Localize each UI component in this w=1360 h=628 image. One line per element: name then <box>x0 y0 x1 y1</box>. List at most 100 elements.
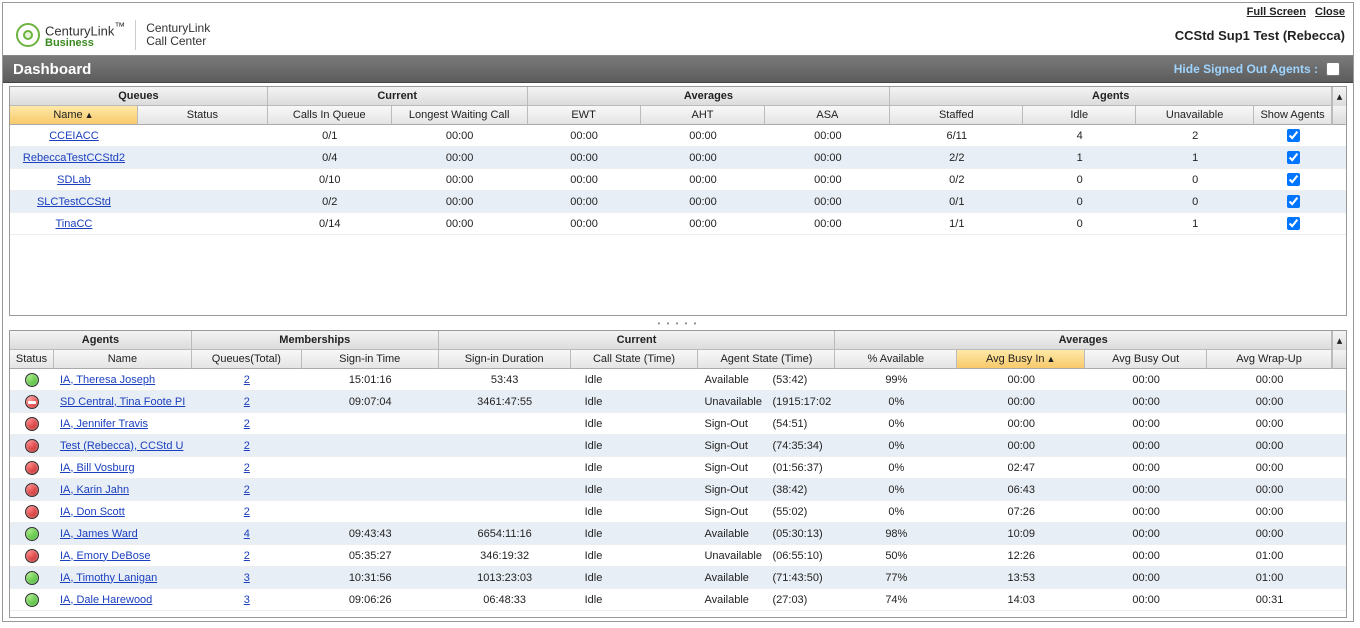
agent-name-link[interactable]: IA, Don Scott <box>60 506 125 518</box>
col-agent-state[interactable]: Agent State (Time) <box>698 350 835 369</box>
agent-row[interactable]: IA, Bill Vosburg2IdleSign-Out(01:56:37)0… <box>10 457 1346 479</box>
col-queue-status[interactable]: Status <box>138 106 268 125</box>
queue-row[interactable]: SLCTestCCStd0/200:0000:0000:0000:000/100 <box>10 191 1346 213</box>
agent-name-link[interactable]: IA, Karin Jahn <box>60 484 129 496</box>
col-queues-total[interactable]: Queues(Total) <box>192 350 302 369</box>
abi-cell: 07:26 <box>957 506 1085 518</box>
queues-total-link[interactable]: 2 <box>244 506 250 518</box>
agent-row[interactable]: IA, Karin Jahn2IdleSign-Out(38:42)0%06:4… <box>10 479 1346 501</box>
idle-cell: 0 <box>1023 196 1136 208</box>
divider <box>135 20 136 50</box>
col-call-state[interactable]: Call State (Time) <box>571 350 699 369</box>
queue-name-link[interactable]: SDLab <box>57 174 91 186</box>
queue-row[interactable]: RebeccaTestCCStd20/400:0000:0000:0000:00… <box>10 147 1346 169</box>
agent-row[interactable]: IA, Dale Harewood309:06:2606:48:33IdleAv… <box>10 589 1346 611</box>
hide-signed-out-checkbox[interactable] <box>1326 62 1340 76</box>
signin-dur-cell: 53:43 <box>439 374 571 386</box>
queues-total-link[interactable]: 2 <box>244 418 250 430</box>
abi-cell: 06:43 <box>957 484 1085 496</box>
queues-total-link[interactable]: 4 <box>244 528 250 540</box>
col-calls-in-queue[interactable]: Calls In Queue <box>268 106 392 125</box>
agent-row[interactable]: IA, Theresa Joseph215:01:1653:43IdleAvai… <box>10 369 1346 391</box>
scroll-up-icon-2[interactable]: ▴ <box>1332 331 1346 350</box>
show-agents-checkbox[interactable] <box>1287 217 1300 230</box>
agent-name-link[interactable]: IA, James Ward <box>60 528 138 540</box>
queue-name-link[interactable]: CCEIACC <box>49 130 99 142</box>
queue-row[interactable]: TinaCC0/1400:0000:0000:0000:001/101 <box>10 213 1346 235</box>
col-asa[interactable]: ASA <box>765 106 890 125</box>
queue-name-link[interactable]: SLCTestCCStd <box>37 196 111 208</box>
show-agents-checkbox[interactable] <box>1287 151 1300 164</box>
agent-name-link[interactable]: IA, Bill Vosburg <box>60 462 135 474</box>
queue-name-link[interactable]: RebeccaTestCCStd2 <box>23 152 125 164</box>
idle-cell: 0 <box>1023 218 1136 230</box>
agent-row[interactable]: SD Central, Tina Foote PI209:07:043461:4… <box>10 391 1346 413</box>
col-unavailable[interactable]: Unavailable <box>1136 106 1254 125</box>
show-agents-checkbox[interactable] <box>1287 173 1300 186</box>
current-user: CCStd Sup1 Test (Rebecca) <box>1175 28 1345 43</box>
scroll-up-icon[interactable]: ▴ <box>1332 87 1346 106</box>
agent-name-link[interactable]: SD Central, Tina Foote PI <box>60 396 185 408</box>
aht-cell: 00:00 <box>641 218 766 230</box>
show-agents-checkbox[interactable] <box>1287 129 1300 142</box>
queues-total-link[interactable]: 3 <box>244 594 250 606</box>
col-aht[interactable]: AHT <box>641 106 766 125</box>
queues-total-link[interactable]: 2 <box>244 374 250 386</box>
agent-row[interactable]: Test (Rebecca), CCStd U2IdleSign-Out(74:… <box>10 435 1346 457</box>
idle-cell: 4 <box>1023 130 1136 142</box>
ciq-cell: 0/2 <box>268 196 392 208</box>
staffed-cell: 2/2 <box>890 152 1023 164</box>
hide-signed-out-label: Hide Signed Out Agents : <box>1174 62 1318 76</box>
agent-row[interactable]: IA, Jennifer Travis2IdleSign-Out(54:51)0… <box>10 413 1346 435</box>
col-idle[interactable]: Idle <box>1023 106 1136 125</box>
col-avg-wrap-up[interactable]: Avg Wrap-Up <box>1207 350 1332 369</box>
col-show-agents[interactable]: Show Agents <box>1254 106 1332 125</box>
col-queue-name[interactable]: Name▲ <box>10 106 138 125</box>
agent-name-link[interactable]: IA, Jennifer Travis <box>60 418 148 430</box>
queues-total-link[interactable]: 3 <box>244 572 250 584</box>
agent-row[interactable]: IA, Emory DeBose205:35:27346:19:32IdleUn… <box>10 545 1346 567</box>
splitter-handle[interactable]: • • • • • <box>9 319 1347 327</box>
agent-name-link[interactable]: IA, Timothy Lanigan <box>60 572 157 584</box>
queue-row[interactable]: SDLab0/1000:0000:0000:0000:000/200 <box>10 169 1346 191</box>
agent-name-link[interactable]: Test (Rebecca), CCStd U <box>60 440 183 452</box>
agent-row[interactable]: IA, Timothy Lanigan310:31:561013:23:03Id… <box>10 567 1346 589</box>
queue-name-link[interactable]: TinaCC <box>56 218 93 230</box>
abi-cell: 10:09 <box>957 528 1085 540</box>
col-agent-status[interactable]: Status <box>10 350 54 369</box>
queues-total-link[interactable]: 2 <box>244 440 250 452</box>
col-signin-duration[interactable]: Sign-in Duration <box>439 350 571 369</box>
col-avg-busy-out[interactable]: Avg Busy Out <box>1085 350 1207 369</box>
queues-total-link[interactable]: 2 <box>244 550 250 562</box>
asa-cell: 00:00 <box>765 130 890 142</box>
abo-cell: 00:00 <box>1085 418 1207 430</box>
full-screen-link[interactable]: Full Screen <box>1247 6 1306 18</box>
col-staffed[interactable]: Staffed <box>890 106 1023 125</box>
awu-cell: 00:00 <box>1207 418 1332 430</box>
show-agents-checkbox[interactable] <box>1287 195 1300 208</box>
agent-name-link[interactable]: IA, Theresa Joseph <box>60 374 155 386</box>
awu-cell: 00:00 <box>1207 440 1332 452</box>
col-longest-waiting[interactable]: Longest Waiting Call <box>392 106 528 125</box>
agent-row[interactable]: IA, Don Scott2IdleSign-Out(55:02)0%07:26… <box>10 501 1346 523</box>
agent-row[interactable]: IA, James Ward409:43:436654:11:16IdleAva… <box>10 523 1346 545</box>
awu-cell: 01:00 <box>1207 550 1332 562</box>
close-link[interactable]: Close <box>1315 6 1345 18</box>
agent-name-link[interactable]: IA, Dale Harewood <box>60 594 152 606</box>
queues-total-link[interactable]: 2 <box>244 462 250 474</box>
col-agent-name[interactable]: Name <box>54 350 192 369</box>
col-ewt[interactable]: EWT <box>528 106 641 125</box>
queue-row[interactable]: CCEIACC0/100:0000:0000:0000:006/1142 <box>10 125 1346 147</box>
col-avg-busy-in[interactable]: Avg Busy In▲ <box>957 350 1085 369</box>
agents-panel: Agents Memberships Current Averages ▴ St… <box>9 330 1347 618</box>
col-signin-time[interactable]: Sign-in Time <box>302 350 439 369</box>
queues-total-link[interactable]: 2 <box>244 396 250 408</box>
agent-name-link[interactable]: IA, Emory DeBose <box>60 550 150 562</box>
ewt-cell: 00:00 <box>528 196 641 208</box>
product-name: CenturyLink Call Center <box>146 22 210 48</box>
app-header: CenturyLink™ Business CenturyLink Call C… <box>3 19 1353 55</box>
abo-cell: 00:00 <box>1085 572 1207 584</box>
abi-cell: 13:53 <box>957 572 1085 584</box>
queues-total-link[interactable]: 2 <box>244 484 250 496</box>
col-pct-available[interactable]: % Available <box>835 350 957 369</box>
